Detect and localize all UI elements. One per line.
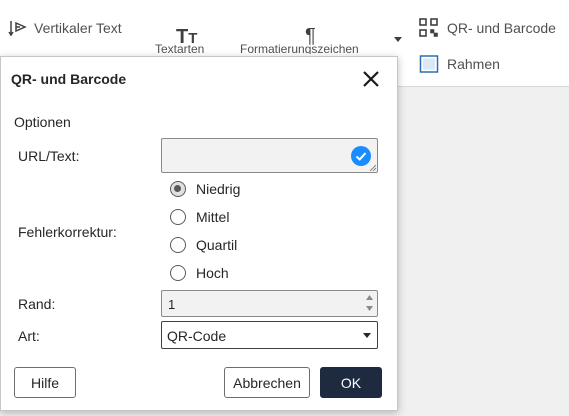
radio-mittel[interactable]: Mittel bbox=[170, 207, 229, 227]
margin-label: Rand: bbox=[18, 296, 56, 312]
type-select[interactable]: QR-Code bbox=[161, 321, 378, 349]
radio-button[interactable] bbox=[170, 237, 186, 253]
ok-button[interactable]: OK bbox=[320, 367, 382, 398]
resize-grip-icon[interactable] bbox=[370, 165, 376, 171]
radio-label: Hoch bbox=[196, 265, 229, 281]
radio-label: Quartil bbox=[196, 237, 238, 253]
radio-button-checked[interactable] bbox=[170, 181, 186, 197]
frame-icon bbox=[419, 54, 439, 74]
text-style-label: Textarten bbox=[155, 42, 205, 54]
radio-niedrig[interactable]: Niedrig bbox=[170, 179, 240, 199]
type-value: QR-Code bbox=[167, 328, 227, 344]
radio-hoch[interactable]: Hoch bbox=[170, 263, 229, 283]
dialog-title: QR- und Barcode bbox=[11, 71, 127, 87]
close-icon bbox=[363, 71, 379, 87]
margin-value: 1 bbox=[168, 297, 176, 312]
radio-label: Mittel bbox=[196, 209, 230, 225]
formatting-marks-label: Formatierungszeichen bbox=[240, 42, 359, 54]
spin-up-icon[interactable] bbox=[365, 293, 374, 302]
vertical-text-icon bbox=[8, 18, 28, 38]
chevron-down-icon bbox=[363, 333, 371, 338]
qr-barcode-label: QR- und Barcode bbox=[447, 20, 556, 36]
check-icon bbox=[351, 146, 371, 166]
frame-label: Rahmen bbox=[447, 56, 500, 72]
error-correction-label: Fehlerkorrektur: bbox=[18, 224, 117, 240]
spin-down-icon[interactable] bbox=[365, 304, 374, 313]
margin-spinbox[interactable]: 1 bbox=[161, 290, 378, 317]
type-label: Art: bbox=[18, 328, 40, 344]
options-section-title: Optionen bbox=[14, 114, 71, 130]
help-button[interactable]: Hilfe bbox=[14, 367, 76, 398]
dialog-header: QR- und Barcode bbox=[1, 57, 397, 101]
chevron-down-icon[interactable] bbox=[394, 37, 402, 42]
url-label: URL/Text: bbox=[18, 148, 80, 164]
qr-barcode-dialog: QR- und Barcode Optionen URL/Text: Fehle… bbox=[0, 56, 398, 411]
radio-button[interactable] bbox=[170, 265, 186, 281]
radio-quartil[interactable]: Quartil bbox=[170, 235, 237, 255]
radio-label: Niedrig bbox=[196, 181, 241, 197]
vertical-text-label: Vertikaler Text bbox=[34, 20, 122, 36]
frame-button[interactable]: Rahmen bbox=[419, 54, 500, 74]
qr-code-icon bbox=[419, 18, 439, 38]
url-text-field[interactable] bbox=[161, 138, 378, 173]
vertical-text-button[interactable]: Vertikaler Text bbox=[8, 18, 122, 38]
radio-button[interactable] bbox=[170, 209, 186, 225]
close-button[interactable] bbox=[359, 67, 383, 91]
cancel-button[interactable]: Abbrechen bbox=[224, 367, 310, 398]
qr-barcode-button[interactable]: QR- und Barcode bbox=[419, 18, 556, 38]
